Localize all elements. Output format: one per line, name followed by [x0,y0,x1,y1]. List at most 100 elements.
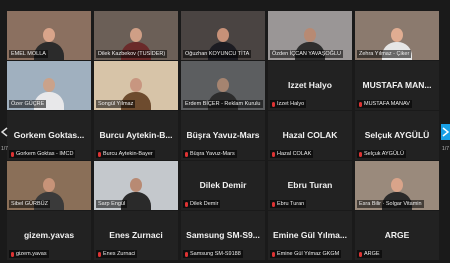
participant-display-name: Gorkem Goktas... [13,130,85,140]
participant-tile[interactable]: Dilek Demir Dilek Demir [181,161,265,210]
participant-display-name: Hazal COLAK [282,130,338,140]
participant-tile[interactable]: Enes Zurnaci Enes Zurnaci [94,211,178,260]
participant-name: Özer GÜÇRE [11,101,45,107]
participant-tile[interactable]: Zehra Yılmaz - Çiker [355,11,439,60]
participant-name-label: Enes Zurnaci [96,250,138,258]
participant-tile[interactable]: Izzet Halyo Izzet Halyo [268,61,352,110]
participant-name-label: Izzet Halyo [270,100,307,108]
muted-mic-icon [98,251,101,257]
participant-tile[interactable]: EMEL MOLLA [7,11,91,60]
participant-tile[interactable]: Özden İÇCAN YAVAŞOĞLU [268,11,352,60]
participant-name-label: Özden İÇCAN YAVAŞOĞLU [270,50,343,58]
next-page-button[interactable] [441,124,450,140]
participant-display-name: Enes Zurnaci [109,230,163,240]
muted-mic-icon [185,201,188,207]
participant-name-label: Oğuzhan KOYUNCU TİTA [183,50,252,58]
muted-mic-icon [98,151,101,157]
participant-tile[interactable]: Selçuk AYGÜLÜ Selçuk AYGÜLÜ [355,111,439,160]
participant-name: EMEL MOLLA [11,51,46,57]
participant-name-label: Samsung SM-S9188 [183,250,243,258]
participant-tile[interactable]: Songül Yılmaz [94,61,178,110]
participant-tile[interactable]: Büşra Yavuz-Mars Büşra Yavuz-Mars [181,111,265,160]
participant-name-label: EMEL MOLLA [9,50,48,58]
chevron-right-icon [442,127,449,137]
participant-name-label: Esra Bilir · Solgar Vitamin [357,200,424,208]
muted-mic-icon [185,151,188,157]
participant-tile[interactable]: Samsung SM-S9... Samsung SM-S9188 [181,211,265,260]
participant-name-label: Sarp Engül [96,200,128,208]
participant-display-name: ARGE [384,230,410,240]
muted-mic-icon [11,151,14,157]
participant-display-name: Selçuk AYGÜLÜ [364,130,430,140]
participant-name: MUSTAFA MANAV [364,101,410,107]
participant-display-name: Burcu Aytekin-B... [99,130,173,140]
participant-tile[interactable]: Dilek Kazbekov (TUSİDER) [94,11,178,60]
participant-name-label: Sibel GÜRBÜZ [9,200,50,208]
muted-mic-icon [272,151,275,157]
participant-tile[interactable]: Esra Bilir · Solgar Vitamin [355,161,439,210]
participant-name-label: Zehra Yılmaz - Çiker [357,50,412,58]
participant-display-name: Büşra Yavuz-Mars [186,130,260,140]
participant-name-label: Dilek Demir [183,200,221,208]
participant-tile[interactable]: Hazal COLAK Hazal COLAK [268,111,352,160]
muted-mic-icon [359,151,362,157]
muted-mic-icon [359,101,362,107]
participant-name: Oğuzhan KOYUNCU TİTA [185,51,250,57]
participant-display-name: Ebru Turan [287,180,333,190]
participant-display-name: gizem.yavas [23,230,75,240]
participant-tile[interactable]: Sarp Engül [94,161,178,210]
page-indicator-right: 1/7 [442,146,449,152]
participant-name: Büşra Yavuz-Mars [190,151,235,157]
participant-name-label: MUSTAFA MANAV [357,100,412,108]
participant-display-name: Dilek Demir [199,180,247,190]
participant-name-label: gizem.yavas [9,250,49,258]
participant-tile[interactable]: Erdem BİÇER - Reklam Kurulu [181,61,265,110]
participant-name: Özden İÇCAN YAVAŞOĞLU [272,51,341,57]
participant-name-label: Hazal COLAK [270,150,314,158]
participant-tile[interactable]: MUSTAFA MAN... MUSTAFA MANAV [355,61,439,110]
participant-tile[interactable]: Ebru Turan Ebru Turan [268,161,352,210]
participant-name-label: Dilek Kazbekov (TUSİDER) [96,50,168,58]
participant-name: Izzet Halyo [277,101,305,107]
participant-name-label: ARGE [357,250,382,258]
page-indicator-left: 1/7 [1,146,8,152]
participant-tile[interactable]: Burcu Aytekin-B... Burcu Aytekin-Bayer [94,111,178,160]
previous-page-button[interactable] [0,124,9,140]
muted-mic-icon [272,101,275,107]
participant-name-label: Burcu Aytekin-Bayer [96,150,155,158]
participant-name-label: Erdem BİÇER - Reklam Kurulu [183,100,263,108]
participant-name: Ebru Turan [277,201,305,207]
participant-tile[interactable]: Sibel GÜRBÜZ [7,161,91,210]
participant-display-name: MUSTAFA MAN... [362,80,432,90]
participant-name-label: Emine Gül Yılmaz GKGM [270,250,342,258]
participant-tile[interactable]: ARGE ARGE [355,211,439,260]
participant-tile[interactable]: Özer GÜÇRE [7,61,91,110]
participant-tile[interactable]: Gorkem Goktas... Gorkem Goktas - IMCD [7,111,91,160]
participant-name: Hazal COLAK [277,151,312,157]
participant-tile[interactable]: gizem.yavas gizem.yavas [7,211,91,260]
muted-mic-icon [272,201,275,207]
chevron-left-icon [1,127,8,137]
participant-name-label: Ebru Turan [270,200,307,208]
participant-tile[interactable]: Oğuzhan KOYUNCU TİTA [181,11,265,60]
participant-name: Sibel GÜRBÜZ [11,201,48,207]
participant-name-label: Songül Yılmaz [96,100,136,108]
participant-name: ARGE [364,251,380,257]
participant-name: Burcu Aytekin-Bayer [103,151,153,157]
participant-display-name: Emine Gül Yılma... [272,230,347,240]
participant-name: Dilek Demir [190,201,219,207]
muted-mic-icon [272,251,275,257]
participant-name: gizem.yavas [16,251,47,257]
participant-name-label: Gorkem Goktas - IMCD [9,150,76,158]
muted-mic-icon [185,251,188,257]
participant-name: Songül Yılmaz [98,101,134,107]
participant-name: Gorkem Goktas - IMCD [16,151,74,157]
participant-name: Samsung SM-S9188 [190,251,241,257]
participant-name-label: Özer GÜÇRE [9,100,47,108]
participant-name: Esra Bilir · Solgar Vitamin [359,201,422,207]
muted-mic-icon [11,251,14,257]
participant-name: Dilek Kazbekov (TUSİDER) [98,51,166,57]
participant-grid: EMEL MOLLA Dilek Kazbekov (TUSİDER) Oğuzha… [7,11,441,263]
participant-tile[interactable]: Emine Gül Yılma... Emine Gül Yılmaz GKGM [268,211,352,260]
participant-name: Enes Zurnaci [103,251,136,257]
